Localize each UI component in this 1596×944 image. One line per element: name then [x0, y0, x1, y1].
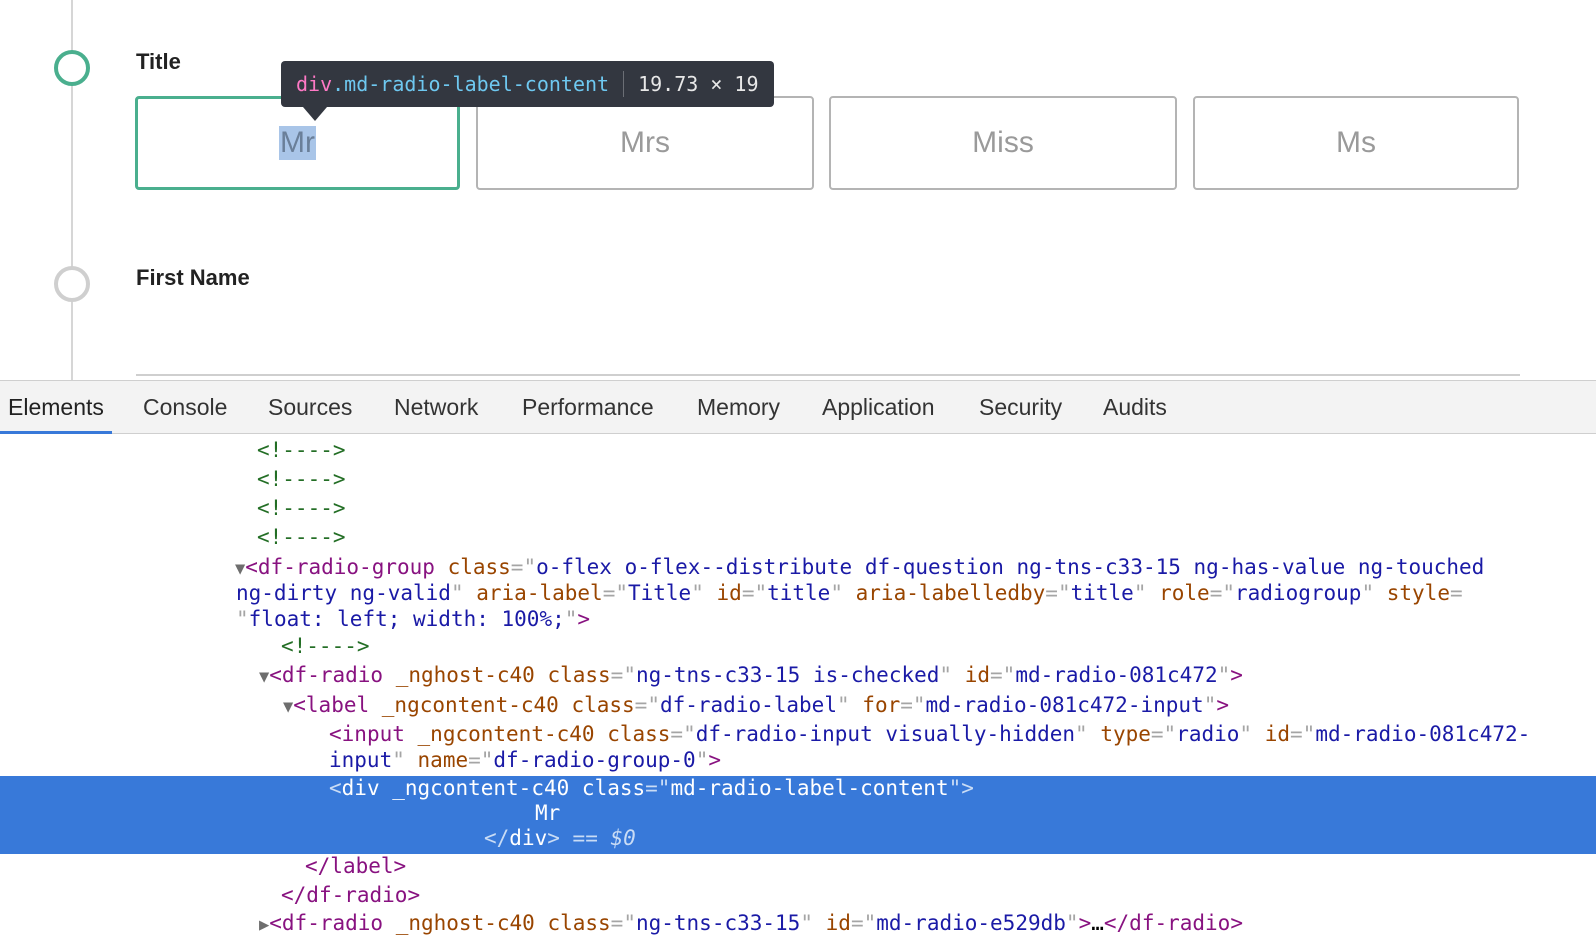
radio-option-mr[interactable]: Mr — [135, 96, 460, 190]
radio-option-miss[interactable]: Miss — [829, 96, 1177, 190]
devtools-panel: Elements Console Sources Network Perform… — [0, 380, 1596, 944]
tab-elements[interactable]: Elements — [0, 381, 112, 434]
dom-node-radio[interactable]: ▼<df-radio _nghost-c40 class="ng-tns-c33… — [0, 662, 1596, 688]
tab-performance[interactable]: Performance — [514, 381, 662, 434]
radio-option-label: Ms — [1336, 126, 1376, 159]
dom-node-radio-group-cont: "float: left; width: 100%;"> — [236, 607, 591, 631]
expand-triangle-icon: ▼ — [259, 667, 270, 687]
radio-option-label: Mrs — [620, 126, 670, 159]
radio-option-mrs[interactable]: Mrs — [476, 96, 814, 190]
tooltip-arrow — [303, 107, 327, 121]
collapsed-triangle-icon: ▶ — [259, 915, 270, 935]
devtools-tabbar: Elements Console Sources Network Perform… — [0, 380, 1596, 434]
dom-comment[interactable]: <!----> — [0, 495, 1596, 521]
expand-triangle-icon: ▼ — [283, 697, 294, 717]
tab-audits[interactable]: Audits — [1095, 381, 1175, 434]
tooltip-tag: div — [296, 72, 333, 96]
dom-node-radio-group-cont: ng-dirty ng-valid" aria-label="Title" id… — [236, 581, 1463, 605]
radio-option-ms[interactable]: Ms — [1193, 96, 1519, 190]
dom-node-radio-group[interactable]: ▼<df-radio-group class="o-flex o-flex--d… — [0, 554, 1596, 580]
dom-node-input[interactable]: <input _ngcontent-c40 class="df-radio-in… — [0, 721, 1596, 747]
inspect-tooltip: div .md-radio-label-content 19.73 × 19 — [281, 61, 774, 107]
dom-comment[interactable]: <!----> — [0, 633, 1596, 659]
radio-option-label: Mr — [279, 126, 316, 160]
dom-comment[interactable]: <!----> — [0, 437, 1596, 463]
tab-application[interactable]: Application — [814, 381, 943, 434]
step-label-first-name: First Name — [136, 265, 250, 290]
elements-tree: <!----> <!----> <!----> <!----> ▼<df-rad… — [0, 434, 1596, 944]
dom-text-node[interactable]: Mr — [0, 800, 1596, 826]
tooltip-class: .md-radio-label-content — [332, 72, 610, 96]
dom-node-radio-close[interactable]: </df-radio> — [0, 882, 1596, 908]
dom-comment[interactable]: <!----> — [0, 466, 1596, 492]
dom-node-radio-collapsed[interactable]: ▶<df-radio _nghost-c40 class="ng-tns-c33… — [0, 910, 1596, 936]
expand-triangle-icon: ▼ — [235, 559, 246, 579]
tab-memory[interactable]: Memory — [689, 381, 788, 434]
dom-node-div-close[interactable]: </div> == $0 — [0, 825, 1596, 851]
tab-sources[interactable]: Sources — [260, 381, 360, 434]
step-indicator-active — [54, 50, 90, 86]
step-label-title: Title — [136, 49, 181, 74]
step-indicator-inactive — [54, 266, 90, 302]
tab-network[interactable]: Network — [386, 381, 486, 434]
dom-node-input-cont: input" name="df-radio-group-0"> — [329, 748, 722, 772]
dom-node-label-close[interactable]: </label> — [0, 853, 1596, 879]
dom-node-div-selected[interactable]: <div _ngcontent-c40 class="md-radio-labe… — [0, 775, 1596, 801]
tooltip-separator — [623, 71, 625, 97]
radio-option-label: Miss — [972, 126, 1034, 159]
dom-comment[interactable]: <!----> — [0, 524, 1596, 550]
form-page: Title Mr Mrs Miss Ms First Name div .md-r… — [0, 0, 1596, 380]
dom-node-label[interactable]: ▼<label _ngcontent-c40 class="df-radio-l… — [0, 692, 1596, 718]
tab-console[interactable]: Console — [135, 381, 235, 434]
tooltip-dimensions: 19.73 × 19 — [638, 72, 759, 96]
first-name-input-underline[interactable] — [136, 374, 1520, 376]
tab-security[interactable]: Security — [971, 381, 1070, 434]
